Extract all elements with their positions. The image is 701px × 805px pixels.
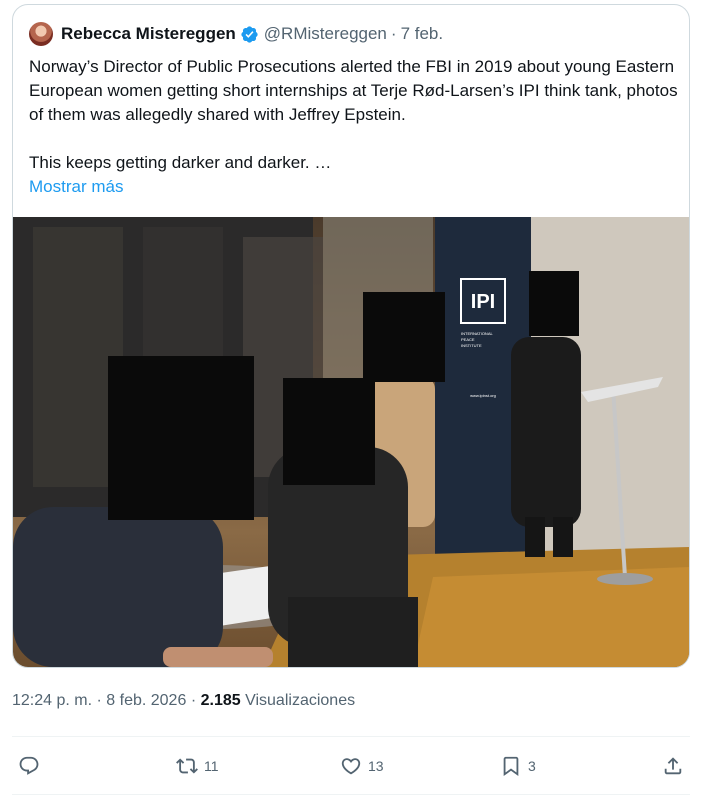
share-icon bbox=[664, 757, 682, 775]
divider bbox=[12, 794, 690, 795]
like-count: 13 bbox=[368, 758, 384, 774]
heart-icon bbox=[341, 758, 361, 775]
meta-separator: · bbox=[96, 692, 102, 709]
tweet-time[interactable]: 12:24 p. m. bbox=[12, 692, 92, 709]
like-button[interactable]: 13 bbox=[340, 748, 384, 784]
photo-scene: IPI INTERNATIONAL PEACE INSTITUTE www.ip… bbox=[13, 217, 689, 667]
divider bbox=[12, 736, 690, 737]
tweet-date[interactable]: 8 feb. 2026 bbox=[106, 692, 186, 709]
quoted-tweet-card[interactable]: Rebecca Mistereggen @RMistereggen · 7 fe… bbox=[12, 4, 690, 668]
action-bar: 11 13 3 bbox=[12, 748, 690, 784]
author-name[interactable]: Rebecca Mistereggen bbox=[61, 24, 236, 44]
quoted-tweet-date[interactable]: 7 feb. bbox=[401, 24, 444, 44]
author-handle[interactable]: @RMistereggen bbox=[264, 24, 387, 44]
show-more-link[interactable]: Mostrar más bbox=[29, 177, 123, 197]
banner-caption-line-2: PEACE bbox=[461, 337, 475, 342]
views-label: Visualizaciones bbox=[245, 692, 356, 709]
banner-caption-line-1: INTERNATIONAL bbox=[461, 331, 493, 336]
bookmark-icon bbox=[503, 756, 519, 777]
reply-button[interactable] bbox=[18, 748, 40, 784]
bookmark-button[interactable]: 3 bbox=[500, 748, 536, 784]
quoted-tweet-header: Rebecca Mistereggen @RMistereggen · 7 fe… bbox=[29, 21, 443, 47]
avatar[interactable] bbox=[29, 22, 53, 46]
reply-icon bbox=[19, 756, 39, 775]
retweet-count: 11 bbox=[204, 758, 219, 774]
bookmark-count: 3 bbox=[528, 758, 536, 774]
retweet-button[interactable]: 11 bbox=[176, 748, 219, 784]
verified-badge-icon bbox=[240, 25, 259, 44]
header-separator: · bbox=[390, 24, 397, 43]
retweet-icon bbox=[176, 758, 198, 774]
share-button[interactable] bbox=[662, 748, 684, 784]
meta-separator: · bbox=[190, 692, 197, 709]
banner-caption-line-3: INSTITUTE bbox=[461, 343, 482, 348]
banner-url: www.ipinst.org bbox=[470, 393, 496, 398]
tweet-photo[interactable]: IPI INTERNATIONAL PEACE INSTITUTE www.ip… bbox=[13, 217, 689, 667]
views-count: 2.185 bbox=[200, 692, 241, 709]
banner-logo: IPI bbox=[471, 291, 495, 313]
quoted-tweet-text: Norway’s Director of Public Prosecutions… bbox=[29, 57, 678, 172]
tweet-meta: 12:24 p. m. · 8 feb. 2026 · 2.185 Visual… bbox=[12, 692, 355, 710]
